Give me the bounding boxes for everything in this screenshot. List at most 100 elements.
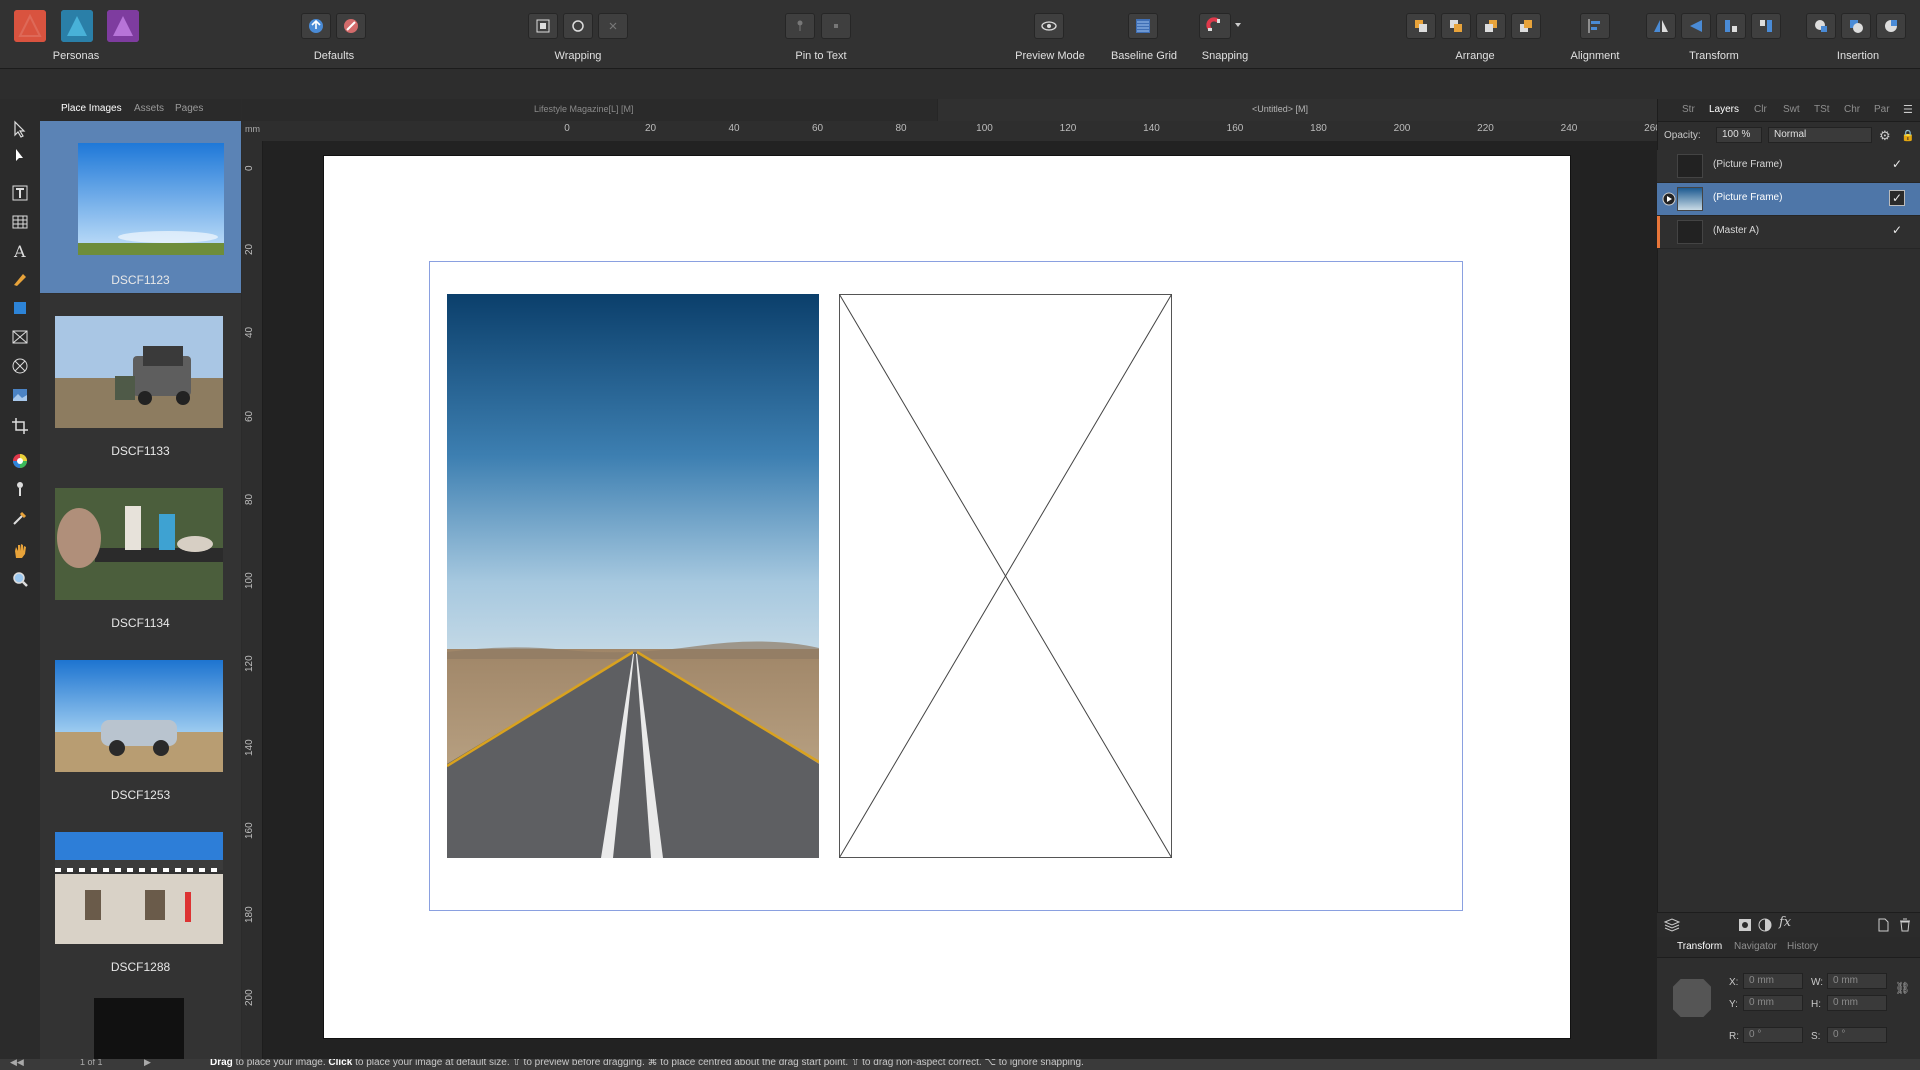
pin-options-button[interactable]	[821, 13, 851, 39]
picture-frame-rect-icon[interactable]	[8, 325, 32, 349]
preview-mode-button[interactable]	[1034, 13, 1064, 39]
hand-tool-icon[interactable]	[8, 539, 32, 563]
tab-paragraph[interactable]: Par	[1874, 104, 1890, 115]
rotate-right-button[interactable]	[1751, 13, 1781, 39]
opacity-field[interactable]: 100 %	[1716, 127, 1762, 143]
zoom-tool-icon[interactable]	[8, 567, 32, 591]
blend-mode-select[interactable]: Normal	[1768, 127, 1872, 143]
picture-frame-road[interactable]	[447, 294, 819, 858]
reset-wrap-button[interactable]	[598, 13, 628, 39]
h-field[interactable]: 0 mm	[1827, 995, 1887, 1011]
tab-history[interactable]: History	[1787, 941, 1818, 952]
color-picker-icon[interactable]	[8, 449, 32, 473]
layer-row[interactable]: (Picture Frame) ✓	[1657, 150, 1920, 183]
move-tool-icon[interactable]	[8, 117, 32, 141]
text-wrap-settings-button[interactable]	[528, 13, 558, 39]
ruler-tick-label: 0	[564, 123, 570, 134]
list-item[interactable]: DSCF1134	[40, 466, 241, 638]
next-page-icon[interactable]: ▶	[144, 1059, 151, 1068]
list-item[interactable]	[40, 982, 241, 1059]
layers-stack-icon[interactable]	[1663, 916, 1681, 934]
rotation-field[interactable]: 0 °	[1743, 1027, 1803, 1043]
tab-stroke[interactable]: Str	[1682, 104, 1695, 115]
ruler-tick-label: 180	[244, 905, 255, 923]
new-layer-icon[interactable]	[1875, 917, 1891, 933]
move-to-front-button[interactable]	[1511, 13, 1541, 39]
insert-behind-button[interactable]	[1806, 13, 1836, 39]
insert-inside-button[interactable]	[1876, 13, 1906, 39]
flip-vertical-button[interactable]	[1681, 13, 1711, 39]
eyedropper-icon[interactable]	[8, 506, 32, 530]
insert-top-button[interactable]	[1841, 13, 1871, 39]
tab-transform[interactable]: Transform	[1677, 941, 1722, 952]
shear-field[interactable]: 0 °	[1827, 1027, 1887, 1043]
panel-menu-icon[interactable]: ☰	[1903, 103, 1913, 116]
tab-swatches[interactable]: Swt	[1783, 104, 1800, 115]
list-item[interactable]: DSCF1288	[40, 810, 241, 982]
mask-layer-icon[interactable]	[1737, 917, 1753, 933]
fill-tool-icon[interactable]	[8, 477, 32, 501]
y-label: Y:	[1729, 999, 1738, 1010]
trash-icon[interactable]	[1897, 917, 1913, 933]
tab-color[interactable]: Clr	[1754, 104, 1767, 115]
ruler-tick-label: 200	[244, 989, 255, 1006]
snapping-button[interactable]	[1199, 13, 1231, 39]
edit-wrap-outline-button[interactable]	[563, 13, 593, 39]
tab-character[interactable]: Chr	[1844, 104, 1860, 115]
rotation-label: R:	[1729, 1031, 1739, 1042]
alignment-button[interactable]	[1580, 13, 1610, 39]
publisher-persona-icon[interactable]	[14, 10, 46, 42]
image-name: DSCF1288	[110, 960, 171, 974]
crop-tool-icon[interactable]	[8, 414, 32, 438]
designer-persona-icon[interactable]	[61, 10, 93, 42]
layer-row[interactable]: (Master A) ✓	[1657, 216, 1920, 249]
visibility-check-icon[interactable]: ✓	[1889, 223, 1905, 239]
pin-button[interactable]	[785, 13, 815, 39]
expand-layer-icon[interactable]	[1662, 192, 1676, 206]
gear-icon[interactable]: ⚙	[1879, 128, 1891, 144]
synchronise-defaults-button[interactable]	[301, 13, 331, 39]
effects-icon[interactable]: fx	[1779, 915, 1791, 930]
layer-row[interactable]: (Picture Frame) ✓	[1657, 183, 1920, 216]
flip-horizontal-button[interactable]	[1646, 13, 1676, 39]
move-back-one-button[interactable]	[1441, 13, 1471, 39]
move-to-back-button[interactable]	[1406, 13, 1436, 39]
horizontal-ruler[interactable]: mm 0204060801001201401601802002202402602…	[242, 121, 1828, 142]
empty-picture-frame[interactable]	[839, 294, 1172, 858]
first-page-icon[interactable]: ◀◀	[10, 1059, 24, 1068]
baseline-grid-button[interactable]	[1128, 13, 1158, 39]
tab-text-styles[interactable]: TSt	[1814, 104, 1830, 115]
revert-defaults-button[interactable]	[336, 13, 366, 39]
rotate-left-button[interactable]	[1716, 13, 1746, 39]
vertical-ruler[interactable]: 0 20 40 60 80 100 120 140 160 180 200	[242, 141, 263, 1059]
node-tool-icon[interactable]	[8, 143, 32, 167]
move-forward-one-button[interactable]	[1476, 13, 1506, 39]
y-field[interactable]: 0 mm	[1743, 995, 1803, 1011]
anchor-selector[interactable]	[1673, 979, 1711, 1017]
pen-tool-icon[interactable]	[8, 267, 32, 291]
list-item[interactable]: DSCF1253	[40, 638, 241, 810]
lock-icon[interactable]: 🔒	[1901, 129, 1915, 142]
tab-pages[interactable]: Pages	[175, 103, 203, 114]
table-tool-icon[interactable]	[8, 210, 32, 234]
link-aspect-icon[interactable]: ⛓	[1895, 981, 1910, 995]
list-item[interactable]: DSCF1123	[40, 121, 241, 293]
photo-persona-icon[interactable]	[107, 10, 139, 42]
tab-navigator[interactable]: Navigator	[1734, 941, 1777, 952]
picture-frame-ellipse-icon[interactable]	[8, 354, 32, 378]
adjustment-layer-icon[interactable]	[1757, 917, 1773, 933]
visibility-check-icon[interactable]: ✓	[1889, 157, 1905, 173]
tab-layers[interactable]: Layers	[1709, 104, 1739, 115]
list-item[interactable]: DSCF1133	[40, 294, 241, 466]
place-image-icon[interactable]	[8, 383, 32, 407]
x-field[interactable]: 0 mm	[1743, 973, 1803, 989]
visibility-check-icon[interactable]: ✓	[1889, 190, 1905, 206]
snapping-dropdown-icon[interactable]	[1233, 20, 1243, 30]
tab-assets[interactable]: Assets	[134, 103, 164, 114]
document-page[interactable]	[324, 156, 1570, 1038]
tab-place-images[interactable]: Place Images	[61, 103, 122, 114]
w-field[interactable]: 0 mm	[1827, 973, 1887, 989]
frame-text-tool-icon[interactable]	[8, 181, 32, 205]
artistic-text-tool-icon[interactable]: A	[8, 239, 32, 263]
rectangle-tool-icon[interactable]	[8, 296, 32, 320]
